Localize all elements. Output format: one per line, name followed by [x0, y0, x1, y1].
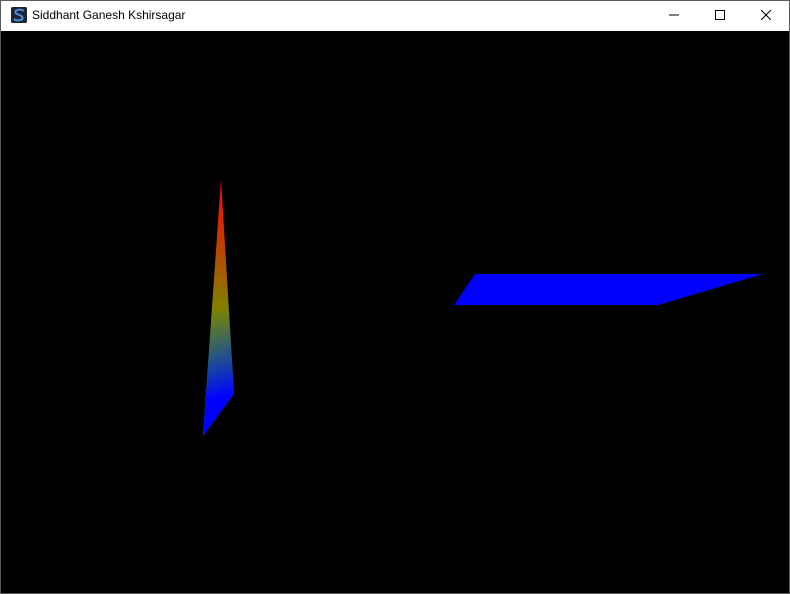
minimize-icon — [669, 7, 679, 25]
window-title: Siddhant Ganesh Kshirsagar — [32, 8, 186, 22]
gradient-triangle-blue-blend — [203, 179, 234, 436]
app-window: Siddhant Ganesh Kshirsagar — [0, 0, 790, 594]
maximize-icon — [715, 7, 725, 25]
render-viewport[interactable] — [1, 31, 789, 593]
minimize-button[interactable] — [651, 1, 697, 31]
blue-parallelogram — [454, 274, 763, 305]
close-icon — [760, 7, 772, 25]
maximize-button[interactable] — [697, 1, 743, 31]
title-bar[interactable]: Siddhant Ganesh Kshirsagar — [1, 1, 789, 31]
close-button[interactable] — [743, 1, 789, 31]
scene-canvas — [203, 179, 763, 436]
s-logo-icon — [11, 7, 27, 23]
